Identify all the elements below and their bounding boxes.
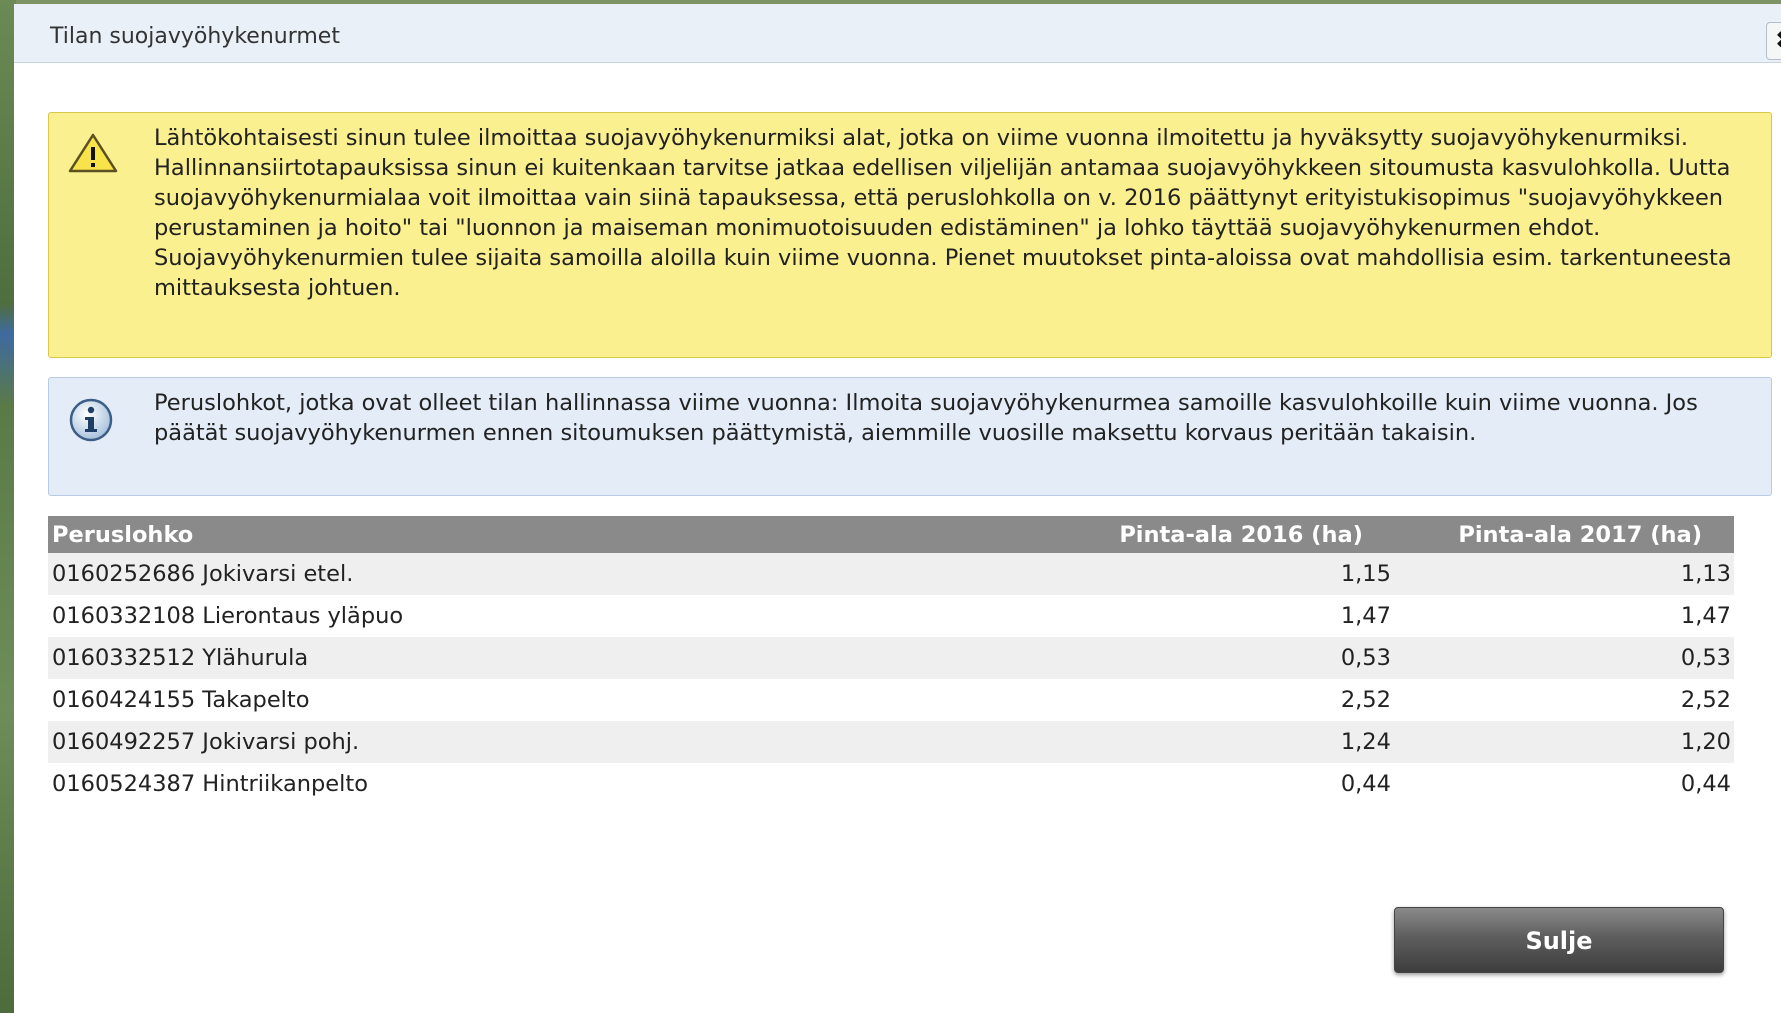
warning-icon bbox=[67, 131, 119, 179]
cell-area-2017: 0,53 bbox=[1393, 637, 1734, 679]
table-row: 0160424155 Takapelto 2,52 2,52 bbox=[48, 679, 1734, 721]
dialog-header: Tilan suojavyöhykenurmet ✖ bbox=[14, 4, 1781, 63]
table-row: 0160252686 Jokivarsi etel. 1,15 1,13 bbox=[48, 553, 1734, 595]
cell-area-2017: 1,20 bbox=[1393, 721, 1734, 763]
column-header-peruslohko[interactable]: Peruslohko bbox=[48, 516, 1056, 553]
cell-area-2017: 0,44 bbox=[1393, 763, 1734, 805]
cell-area-2017: 1,47 bbox=[1393, 595, 1734, 637]
cell-peruslohko: 0160252686 Jokivarsi etel. bbox=[48, 553, 1056, 595]
cell-area-2016: 1,47 bbox=[1055, 595, 1394, 637]
cell-area-2016: 2,52 bbox=[1055, 679, 1394, 721]
table-row: 0160332512 Ylähurula 0,53 0,53 bbox=[48, 637, 1734, 679]
warning-text: Lähtökohtaisesti sinun tulee ilmoittaa s… bbox=[154, 125, 1732, 301]
cell-area-2016: 0,44 bbox=[1055, 763, 1394, 805]
column-header-area-2017[interactable]: Pinta-ala 2017 (ha) bbox=[1393, 516, 1734, 553]
cell-peruslohko: 0160424155 Takapelto bbox=[48, 679, 1056, 721]
cell-peruslohko: 0160332108 Lierontaus yläpuo bbox=[48, 595, 1056, 637]
parcel-table: Peruslohko Pinta-ala 2016 (ha) Pinta-ala… bbox=[48, 516, 1734, 805]
info-text: Peruslohkot, jotka ovat olleet tilan hal… bbox=[154, 390, 1698, 446]
cell-area-2016: 0,53 bbox=[1055, 637, 1394, 679]
column-header-area-2016[interactable]: Pinta-ala 2016 (ha) bbox=[1055, 516, 1394, 553]
cell-area-2017: 1,13 bbox=[1393, 553, 1734, 595]
info-icon bbox=[67, 396, 115, 448]
dialog: Tilan suojavyöhykenurmet ✖ Lähtökohtaise… bbox=[14, 4, 1781, 1013]
warning-alert: Lähtökohtaisesti sinun tulee ilmoittaa s… bbox=[48, 112, 1772, 358]
cell-peruslohko: 0160492257 Jokivarsi pohj. bbox=[48, 721, 1056, 763]
info-alert: Peruslohkot, jotka ovat olleet tilan hal… bbox=[48, 377, 1772, 496]
cell-peruslohko: 0160332512 Ylähurula bbox=[48, 637, 1056, 679]
table-header-row: Peruslohko Pinta-ala 2016 (ha) Pinta-ala… bbox=[48, 516, 1734, 553]
cell-area-2016: 1,24 bbox=[1055, 721, 1394, 763]
cell-peruslohko: 0160524387 Hintriikanpelto bbox=[48, 763, 1056, 805]
cell-area-2017: 2,52 bbox=[1393, 679, 1734, 721]
table-row: 0160524387 Hintriikanpelto 0,44 0,44 bbox=[48, 763, 1734, 805]
cell-area-2016: 1,15 bbox=[1055, 553, 1394, 595]
table-row: 0160332108 Lierontaus yläpuo 1,47 1,47 bbox=[48, 595, 1734, 637]
table-row: 0160492257 Jokivarsi pohj. 1,24 1,20 bbox=[48, 721, 1734, 763]
close-icon[interactable]: ✖ bbox=[1766, 22, 1781, 60]
dialog-title: Tilan suojavyöhykenurmet bbox=[50, 24, 340, 49]
close-button[interactable]: Sulje bbox=[1394, 907, 1724, 973]
